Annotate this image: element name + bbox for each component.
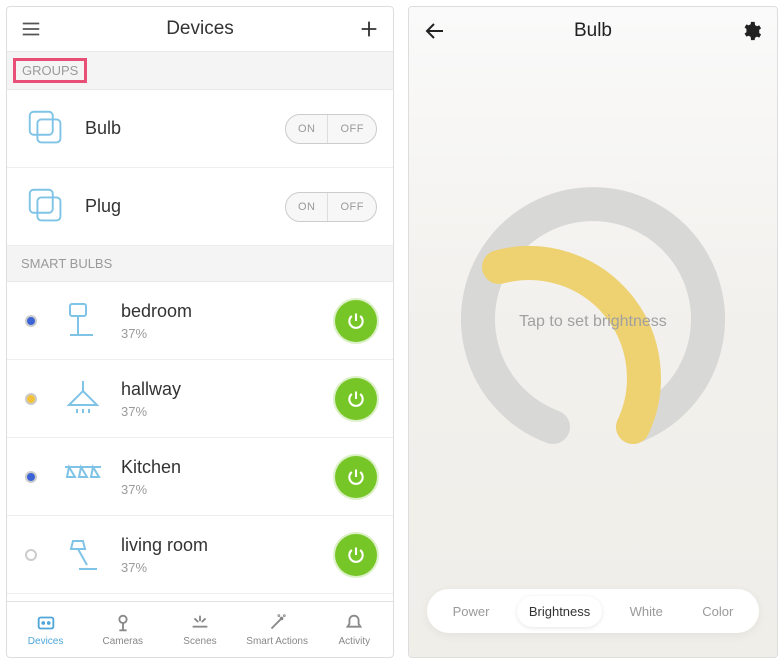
power-button[interactable] — [335, 300, 377, 342]
tab-label: Devices — [28, 636, 64, 647]
track-light-icon — [59, 453, 107, 501]
bulb-row[interactable]: living room 37% — [7, 516, 393, 594]
tab-label: Activity — [339, 636, 371, 647]
devices-screen: Devices GROUPS Bulb ON OFF — [6, 6, 394, 658]
back-icon[interactable] — [423, 19, 447, 43]
mode-tabs: Power Brightness White Color — [427, 589, 759, 633]
pendant-icon — [59, 375, 107, 423]
mode-brightness[interactable]: Brightness — [517, 596, 602, 627]
brightness-hint: Tap to set brightness — [519, 313, 667, 331]
power-button[interactable] — [335, 534, 377, 576]
section-groups: GROUPS — [7, 52, 393, 90]
status-dot — [17, 392, 45, 406]
power-button[interactable] — [335, 378, 377, 420]
tab-devices[interactable]: Devices — [7, 602, 84, 657]
bulb-control-screen: Bulb Tap to set brightness Power Brightn… — [408, 6, 778, 658]
bulb-row[interactable]: bedroom 37% — [7, 282, 393, 360]
add-icon[interactable] — [357, 17, 381, 41]
group-bulb-icon — [23, 105, 71, 153]
tab-activity[interactable]: Activity — [316, 602, 393, 657]
off-label[interactable]: OFF — [328, 193, 376, 221]
bulb-level: 37% — [121, 404, 321, 419]
onoff-toggle[interactable]: ON OFF — [285, 114, 377, 144]
bulb-row[interactable]: Kitchen 37% — [7, 438, 393, 516]
bottom-tabbar: Devices Cameras Scenes Smart Actions Act… — [7, 601, 393, 657]
lamp-icon — [59, 297, 107, 345]
tab-scenes[interactable]: Scenes — [161, 602, 238, 657]
menu-icon[interactable] — [19, 17, 43, 41]
bulb-level: 37% — [121, 482, 321, 497]
section-smart-bulbs: SMART BULBS — [7, 246, 393, 282]
tab-label: Smart Actions — [246, 636, 308, 647]
bulb-name: hallway — [121, 379, 321, 400]
group-name: Bulb — [85, 118, 271, 139]
status-dot — [17, 314, 45, 328]
page-title: Devices — [166, 18, 234, 40]
devices-header: Devices — [7, 7, 393, 52]
status-dot — [17, 548, 45, 562]
power-button[interactable] — [335, 456, 377, 498]
mode-power[interactable]: Power — [441, 596, 502, 627]
groups-label: GROUPS — [13, 58, 87, 83]
bulb-title: Bulb — [574, 20, 612, 42]
tab-label: Scenes — [183, 636, 216, 647]
status-dot — [17, 470, 45, 484]
on-label[interactable]: ON — [286, 115, 329, 143]
on-label[interactable]: ON — [286, 193, 329, 221]
bulb-name: living room — [121, 535, 321, 556]
off-label[interactable]: OFF — [328, 115, 376, 143]
bulb-level: 37% — [121, 560, 321, 575]
tab-cameras[interactable]: Cameras — [84, 602, 161, 657]
bulb-level: 37% — [121, 326, 321, 341]
desk-lamp-icon — [59, 531, 107, 579]
bulb-name: Kitchen — [121, 457, 321, 478]
mode-white[interactable]: White — [618, 596, 675, 627]
tab-label: Cameras — [102, 636, 143, 647]
group-name: Plug — [85, 196, 271, 217]
group-row[interactable]: Plug ON OFF — [7, 168, 393, 246]
group-plug-icon — [23, 183, 71, 231]
gear-icon[interactable] — [739, 19, 763, 43]
onoff-toggle[interactable]: ON OFF — [285, 192, 377, 222]
bulb-row[interactable]: hallway 37% — [7, 360, 393, 438]
bulb-name: bedroom — [121, 301, 321, 322]
tab-smart-actions[interactable]: Smart Actions — [239, 602, 316, 657]
mode-color[interactable]: Color — [690, 596, 745, 627]
brightness-ring[interactable]: Tap to set brightness — [409, 55, 777, 589]
bulb-header: Bulb — [409, 7, 777, 55]
group-row[interactable]: Bulb ON OFF — [7, 90, 393, 168]
